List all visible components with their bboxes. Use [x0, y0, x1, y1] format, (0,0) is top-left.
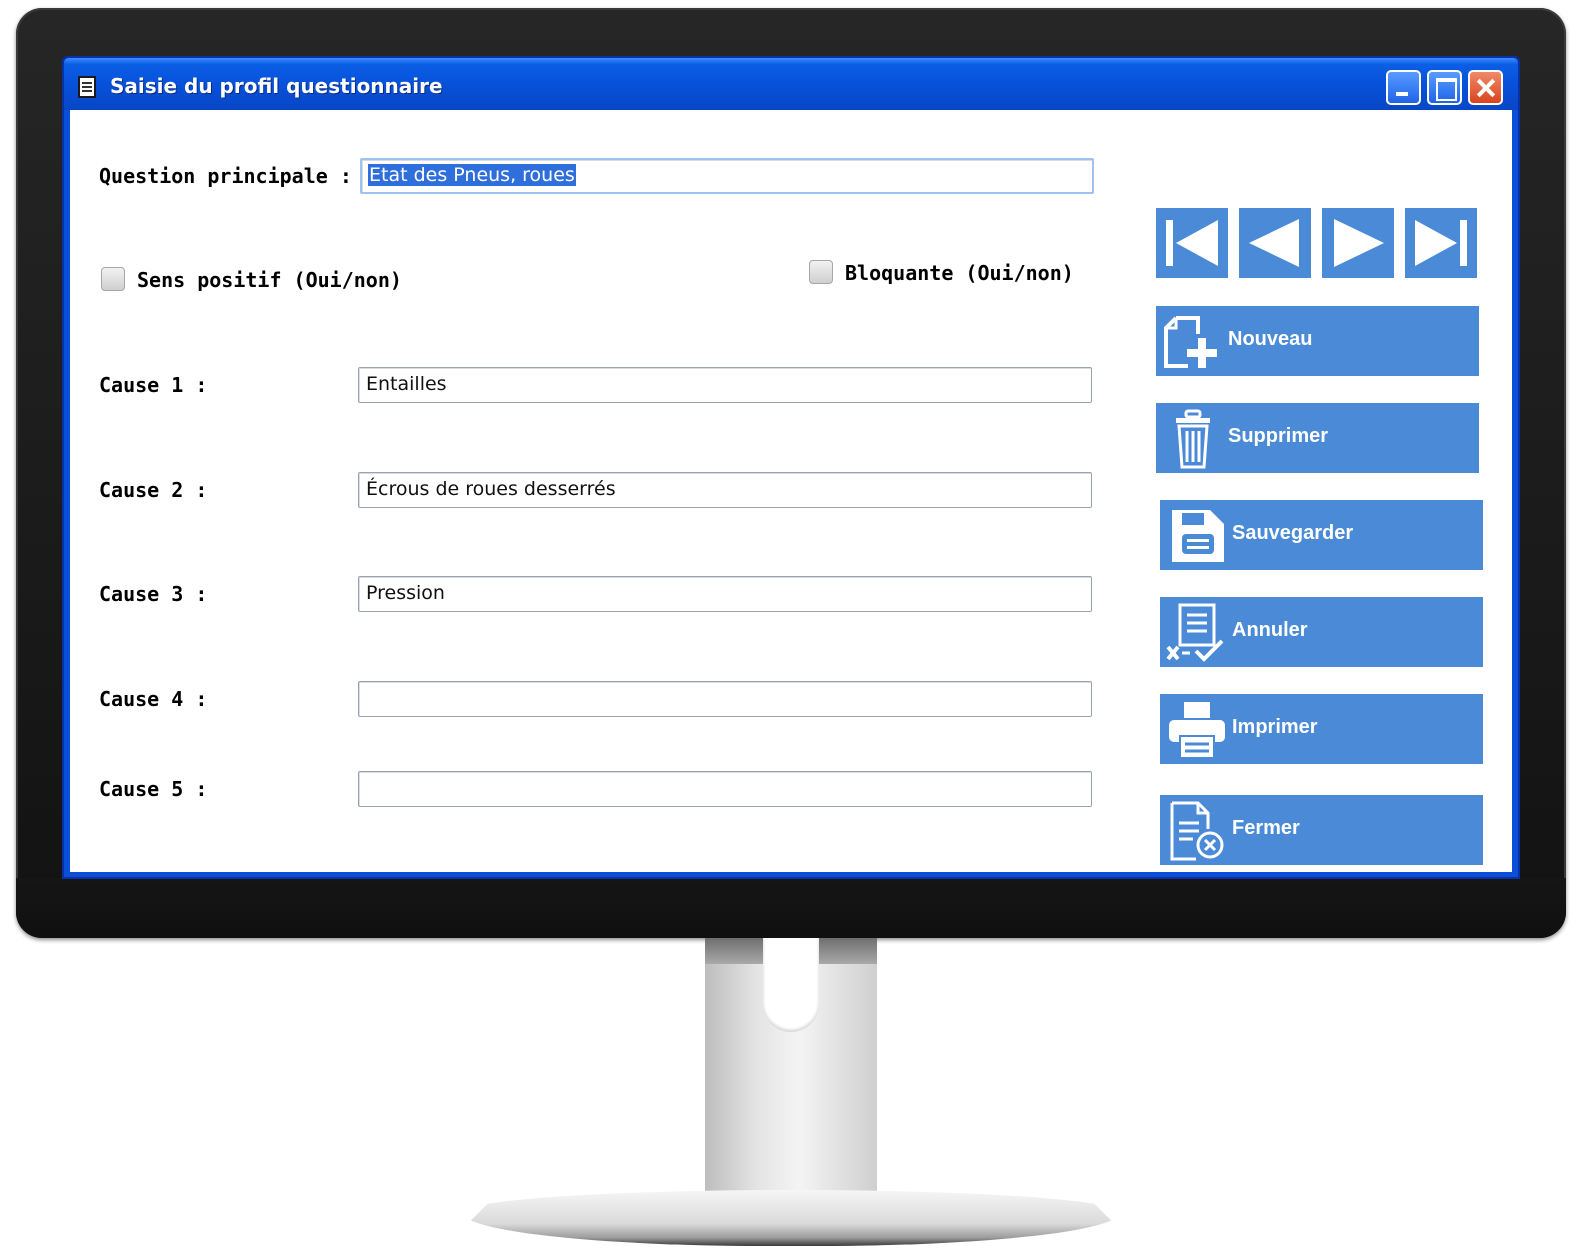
supprimer-label: Supprimer: [1228, 425, 1329, 447]
close-window-button[interactable]: [1468, 70, 1503, 105]
nouveau-label: Nouveau: [1228, 328, 1313, 350]
first-record-button[interactable]: [1156, 208, 1228, 278]
next-record-button[interactable]: [1322, 208, 1394, 278]
sauvegarder-label: Sauvegarder: [1232, 522, 1354, 544]
sens-positif-checkbox[interactable]: [101, 267, 125, 291]
sauvegarder-button[interactable]: Sauvegarder: [1160, 500, 1483, 570]
first-record-icon: [1166, 220, 1218, 266]
bloquante-label: Bloquante (Oui/non): [845, 261, 1074, 285]
last-record-icon: [1415, 220, 1467, 266]
annuler-button[interactable]: Annuler: [1160, 597, 1483, 667]
title-bar[interactable]: Saisie du profil questionnaire: [64, 58, 1518, 110]
imprimer-label: Imprimer: [1232, 716, 1318, 738]
form-area: Question principale : Etat des Pneus, ro…: [70, 110, 1512, 872]
cause-4-input[interactable]: [358, 681, 1092, 717]
minimize-button[interactable]: [1386, 70, 1421, 105]
save-disk-icon: [1172, 510, 1224, 562]
question-label-text: Question principale :: [99, 164, 352, 188]
question-principale-input[interactable]: Etat des Pneus, roues: [360, 158, 1094, 194]
cause-1-input[interactable]: Entailles: [358, 367, 1092, 403]
fermer-button[interactable]: Fermer: [1160, 795, 1483, 865]
cause-4-label: Cause 4 :: [99, 687, 208, 711]
new-document-icon: [1164, 316, 1217, 368]
cause-5-label: Cause 5 :: [99, 777, 208, 801]
cause-1-label: Cause 1 :: [99, 373, 208, 397]
window-title: Saisie du profil questionnaire: [110, 74, 443, 98]
cause-3-input[interactable]: Pression: [358, 576, 1092, 612]
nouveau-button[interactable]: Nouveau: [1156, 306, 1479, 376]
cause-2-input[interactable]: Écrous de roues desserrés: [358, 472, 1092, 508]
bloquante-checkbox[interactable]: [809, 260, 833, 284]
cause-3-label: Cause 3 :: [99, 582, 208, 606]
fermer-label: Fermer: [1232, 817, 1300, 839]
maximize-button[interactable]: [1427, 70, 1462, 105]
monitor-stand-cutout: [763, 938, 819, 1032]
imprimer-button[interactable]: Imprimer: [1160, 694, 1483, 764]
sens-positif-label: Sens positif (Oui/non): [137, 268, 402, 292]
cause-1-value: Entailles: [366, 373, 447, 395]
previous-record-icon: [1249, 219, 1299, 267]
trash-icon: [1176, 409, 1210, 469]
cause-5-input[interactable]: [358, 771, 1092, 807]
next-record-icon: [1334, 219, 1384, 267]
question-principale-value: Etat des Pneus, roues: [368, 164, 576, 186]
notepad-icon: [78, 76, 96, 98]
app-window: Saisie du profil questionnaire Question …: [62, 56, 1520, 879]
cancel-checklist-icon: [1166, 603, 1224, 662]
supprimer-button[interactable]: Supprimer: [1156, 403, 1479, 473]
cause-2-value: Écrous de roues desserrés: [366, 478, 616, 500]
previous-record-button[interactable]: [1239, 208, 1311, 278]
last-record-button[interactable]: [1405, 208, 1477, 278]
cause-3-value: Pression: [366, 582, 445, 604]
question-principale-label: Question principale :: [99, 164, 352, 188]
monitor-stand-base: [462, 1190, 1120, 1246]
close-document-icon: [1170, 801, 1224, 861]
cause-2-label: Cause 2 :: [99, 478, 208, 502]
annuler-label: Annuler: [1232, 619, 1308, 641]
printer-icon: [1169, 702, 1225, 759]
